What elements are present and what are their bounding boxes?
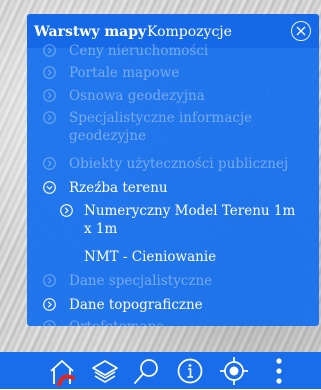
home-icon	[50, 360, 75, 390]
close-button[interactable]	[291, 21, 311, 41]
layer-label: Dane specjalistyczne	[69, 273, 213, 289]
layers-panel: Warstwy mapy Kompozycje Ceny nieruchomoś…	[27, 14, 319, 326]
chevron-down-circle-icon	[43, 181, 56, 194]
more-button[interactable]	[267, 356, 291, 390]
layer-label: Obiekty użyteczności publicznej	[69, 156, 289, 172]
tab-compositions[interactable]: Kompozycje	[147, 23, 232, 41]
chevron-right-circle-icon	[43, 66, 56, 79]
chevron-right-circle-icon	[60, 204, 73, 217]
search-button[interactable]	[132, 356, 162, 390]
layer-label: Portale mapowe	[69, 65, 180, 81]
layer-label: Ortofotomapa	[69, 318, 164, 326]
tab-map-layers[interactable]: Warstwy mapy	[34, 23, 146, 41]
layer-label: Rzeźba terenu	[69, 180, 168, 196]
locate-icon	[220, 357, 248, 385]
chevron-right-circle-icon	[43, 274, 56, 287]
info-button[interactable]	[175, 356, 205, 390]
layers-button[interactable]	[90, 356, 120, 390]
more-icon	[276, 358, 282, 384]
chevron-right-circle-icon	[43, 157, 56, 170]
sublayer-label: Numeryczny Model Terenu 1m x 1m	[84, 203, 296, 237]
sublayer-label: NMT - Cieniowanie	[84, 249, 217, 265]
chevron-right-circle-icon	[43, 89, 56, 102]
locate-button[interactable]	[219, 356, 249, 390]
chevron-right-circle-icon	[43, 44, 56, 57]
info-icon	[177, 358, 203, 384]
layers-icon	[92, 360, 118, 383]
chevron-right-circle-icon	[43, 298, 56, 311]
close-icon	[296, 26, 306, 36]
layer-label: Osnowa geodezyjna	[69, 88, 205, 104]
layer-label: Ceny nieruchomości	[69, 43, 209, 59]
layer-label: Specjalistyczne informacje geodezyjne	[69, 110, 253, 144]
search-icon	[134, 359, 158, 384]
home-button[interactable]	[47, 356, 77, 390]
layer-label: Dane topograficzne	[69, 297, 203, 313]
chevron-right-circle-icon	[43, 320, 56, 326]
chevron-right-circle-icon	[43, 111, 56, 124]
bottom-toolbar	[0, 352, 321, 390]
